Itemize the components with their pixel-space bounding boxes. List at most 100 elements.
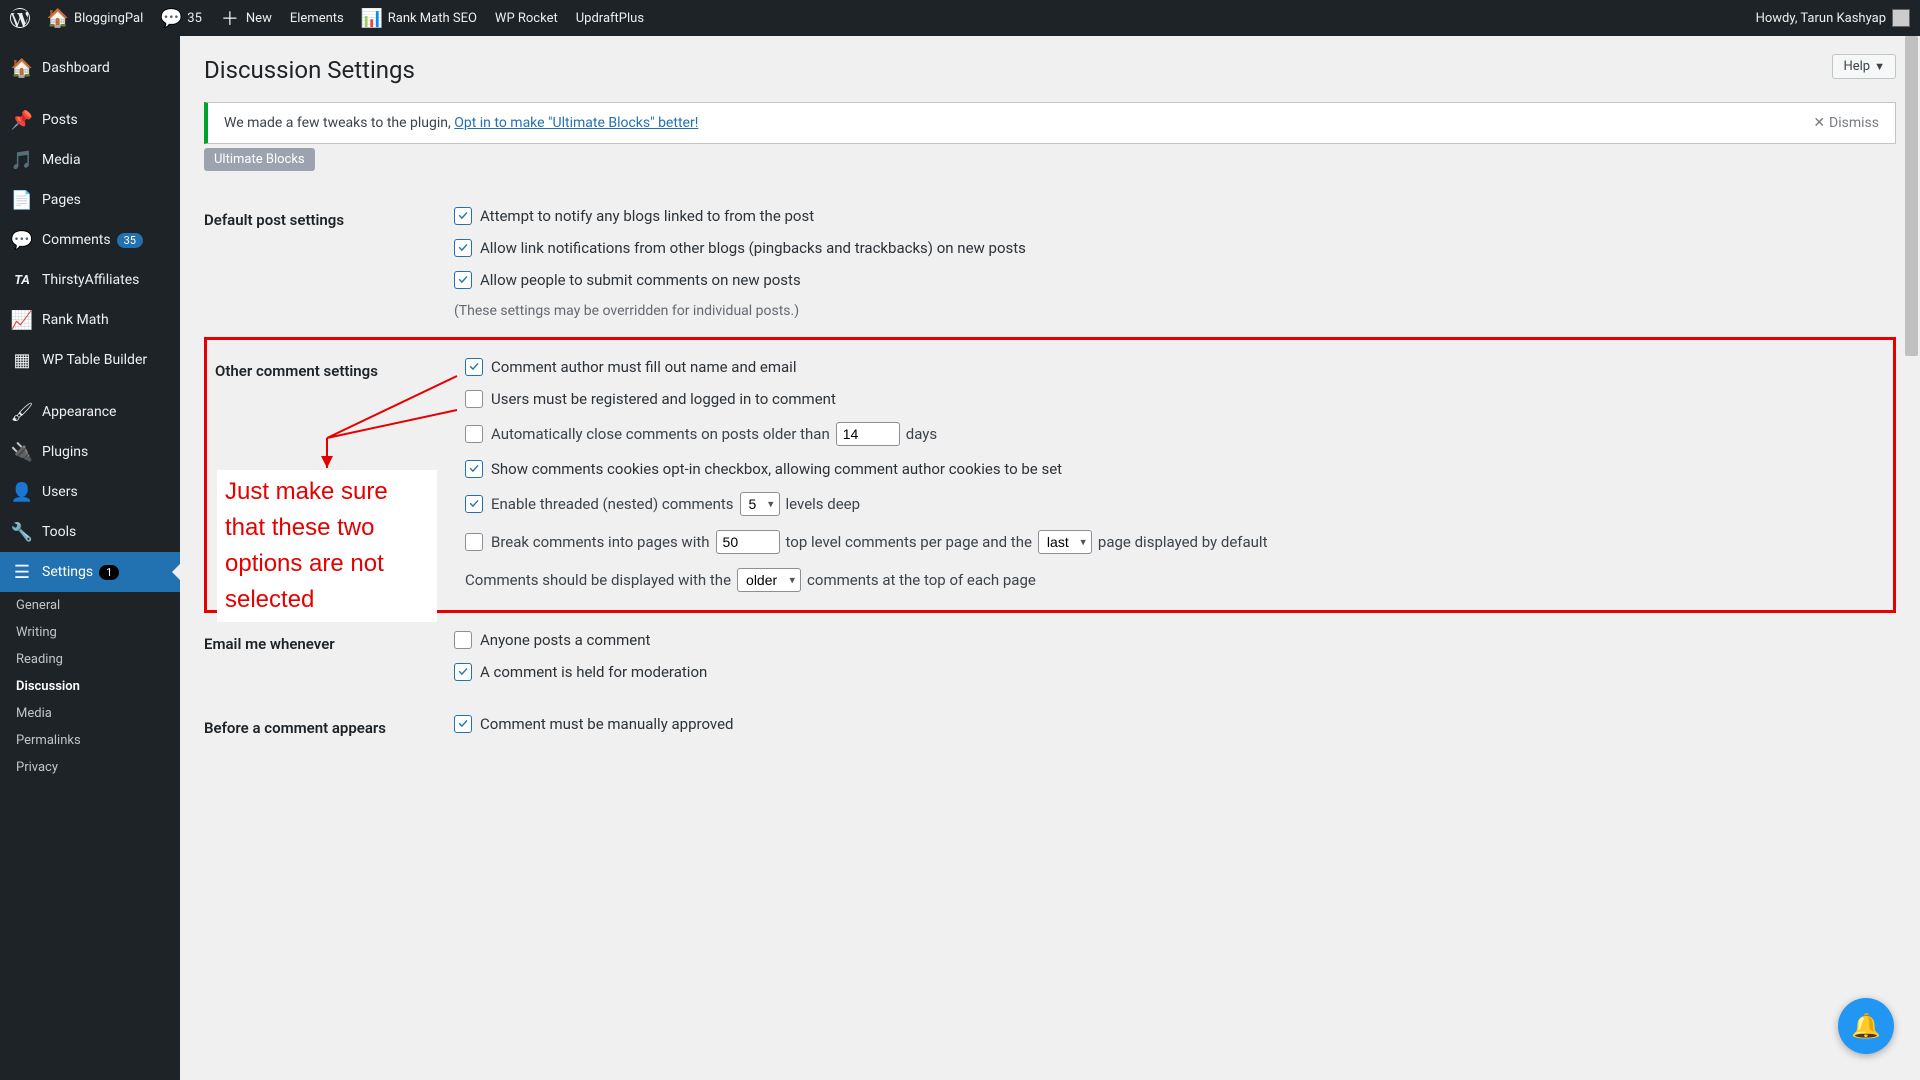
submenu-discussion[interactable]: Discussion <box>0 673 180 700</box>
submenu-media[interactable]: Media <box>0 700 180 727</box>
field-threaded: Enable threaded (nested) comments 5 leve… <box>465 492 1885 516</box>
dashboard-icon: 🏠 <box>12 58 32 78</box>
checkbox[interactable] <box>454 715 472 733</box>
dismiss-button[interactable]: ✕Dismiss <box>1813 115 1879 131</box>
close-icon: ✕ <box>1813 115 1825 131</box>
section-note: (These settings may be overridden for in… <box>454 303 1896 319</box>
section-heading: Other comment settings <box>215 358 465 592</box>
site-name: BloggingPal <box>74 11 143 26</box>
checkbox[interactable] <box>454 663 472 681</box>
section-heading: Default post settings <box>204 207 454 319</box>
submenu-reading[interactable]: Reading <box>0 646 180 673</box>
chart-icon: 📈 <box>12 310 32 330</box>
submenu-permalinks[interactable]: Permalinks <box>0 727 180 754</box>
field-allow-comments[interactable]: Allow people to submit comments on new p… <box>454 271 1896 289</box>
checkbox[interactable] <box>454 239 472 257</box>
field-paginate: Break comments into pages with top level… <box>465 530 1885 554</box>
wordpress-icon <box>10 8 30 28</box>
checkbox[interactable] <box>465 495 483 513</box>
new-label: New <box>246 11 272 26</box>
adminbar-left: 🏠BloggingPal 💬35 ＋New Elements 📊Rank Mat… <box>10 0 644 36</box>
adminbar-updraft[interactable]: UpdraftPlus <box>576 0 644 36</box>
checkbox[interactable] <box>454 271 472 289</box>
menu-users[interactable]: 👤Users <box>0 472 180 512</box>
page-title: Discussion Settings <box>204 56 1896 84</box>
submenu-privacy[interactable]: Privacy <box>0 754 180 781</box>
plug-icon: 🔌 <box>12 442 32 462</box>
submenu-general[interactable]: General <box>0 592 180 619</box>
checkbox[interactable] <box>465 460 483 478</box>
section-heading: Email me whenever <box>204 631 454 695</box>
bell-icon: 🔔 <box>1851 1012 1881 1040</box>
scrollbar[interactable] <box>1903 36 1920 1080</box>
scrollbar-thumb[interactable] <box>1905 36 1918 356</box>
field-auto-close: Automatically close comments on posts ol… <box>465 422 1885 446</box>
adminbar-rankmath[interactable]: 📊Rank Math SEO <box>362 0 477 36</box>
notice-text: We made a few tweaks to the plugin, Opt … <box>224 115 698 131</box>
howdy-text: Howdy, Tarun Kashyap <box>1756 11 1886 26</box>
menu-settings[interactable]: ☰Settings1 <box>0 552 180 592</box>
checkbox[interactable] <box>465 533 483 551</box>
thread-depth-select[interactable]: 5 <box>740 492 780 516</box>
avatar <box>1892 9 1910 27</box>
adminbar-new[interactable]: ＋New <box>220 0 272 36</box>
field-must-register[interactable]: Users must be registered and logged in t… <box>465 390 1885 408</box>
plugin-notice: We made a few tweaks to the plugin, Opt … <box>204 102 1896 144</box>
section-fields: Attempt to notify any blogs linked to fr… <box>454 207 1896 319</box>
pin-icon: 📌 <box>12 110 32 130</box>
field-email-anyone[interactable]: Anyone posts a comment <box>454 631 1896 649</box>
wordpress-logo[interactable] <box>10 0 30 36</box>
adminbar-elements[interactable]: Elements <box>290 0 344 36</box>
field-order: Comments should be displayed with the ol… <box>465 568 1885 592</box>
menu-dashboard[interactable]: 🏠Dashboard <box>0 48 180 88</box>
menu-plugins[interactable]: 🔌Plugins <box>0 432 180 472</box>
brush-icon: 🖌 <box>12 402 32 422</box>
field-manual-approve[interactable]: Comment must be manually approved <box>454 715 1896 733</box>
field-notify-blogs[interactable]: Attempt to notify any blogs linked to fr… <box>454 207 1896 225</box>
notice-link[interactable]: Opt in to make "Ultimate Blocks" better! <box>454 115 698 131</box>
help-button[interactable]: Help▼ <box>1832 54 1896 79</box>
chart-icon: 📊 <box>362 8 382 28</box>
menu-appearance[interactable]: 🖌Appearance <box>0 392 180 432</box>
section-heading: Before a comment appears <box>204 715 454 747</box>
section-fields: Anyone posts a comment A comment is held… <box>454 631 1896 695</box>
menu-rankmath[interactable]: 📈Rank Math <box>0 300 180 340</box>
menu-media[interactable]: 🎵Media <box>0 140 180 180</box>
checkbox[interactable] <box>454 207 472 225</box>
settings-badge: 1 <box>99 565 119 580</box>
annotation-highlight-box: Other comment settings Comment author mu… <box>204 337 1896 613</box>
user-account[interactable]: Howdy, Tarun Kashyap <box>1756 0 1910 36</box>
ta-icon: TA <box>12 270 32 290</box>
field-author-info[interactable]: Comment author must fill out name and em… <box>465 358 1885 376</box>
menu-wptable[interactable]: ▦WP Table Builder <box>0 340 180 380</box>
menu-posts[interactable]: 📌Posts <box>0 100 180 140</box>
field-email-held[interactable]: A comment is held for moderation <box>454 663 1896 681</box>
menu-tools[interactable]: 🔧Tools <box>0 512 180 552</box>
default-page-select[interactable]: last <box>1038 530 1092 554</box>
menu-comments[interactable]: 💬Comments35 <box>0 220 180 260</box>
section-before-appear: Before a comment appears Comment must be… <box>204 705 1896 747</box>
pages-icon: 📄 <box>12 190 32 210</box>
checkbox[interactable] <box>454 631 472 649</box>
adminbar-comments[interactable]: 💬35 <box>161 0 202 36</box>
notification-fab[interactable]: 🔔 <box>1838 998 1894 1054</box>
menu-pages[interactable]: 📄Pages <box>0 180 180 220</box>
field-cookies[interactable]: Show comments cookies opt-in checkbox, a… <box>465 460 1885 478</box>
comment-icon: 💬 <box>161 8 181 28</box>
per-page-input[interactable] <box>716 530 780 554</box>
site-link[interactable]: 🏠BloggingPal <box>48 0 143 36</box>
adminbar-wprocket[interactable]: WP Rocket <box>495 0 558 36</box>
field-allow-pingbacks[interactable]: Allow link notifications from other blog… <box>454 239 1896 257</box>
days-input[interactable] <box>836 422 900 446</box>
user-icon: 👤 <box>12 482 32 502</box>
comment-order-select[interactable]: older <box>737 568 801 592</box>
checkbox[interactable] <box>465 358 483 376</box>
comment-icon: 💬 <box>12 230 32 250</box>
sliders-icon: ☰ <box>12 562 32 582</box>
media-icon: 🎵 <box>12 150 32 170</box>
menu-thirsty[interactable]: TAThirstyAffiliates <box>0 260 180 300</box>
checkbox[interactable] <box>465 390 483 408</box>
submenu-writing[interactable]: Writing <box>0 619 180 646</box>
checkbox[interactable] <box>465 425 483 443</box>
table-icon: ▦ <box>12 350 32 370</box>
